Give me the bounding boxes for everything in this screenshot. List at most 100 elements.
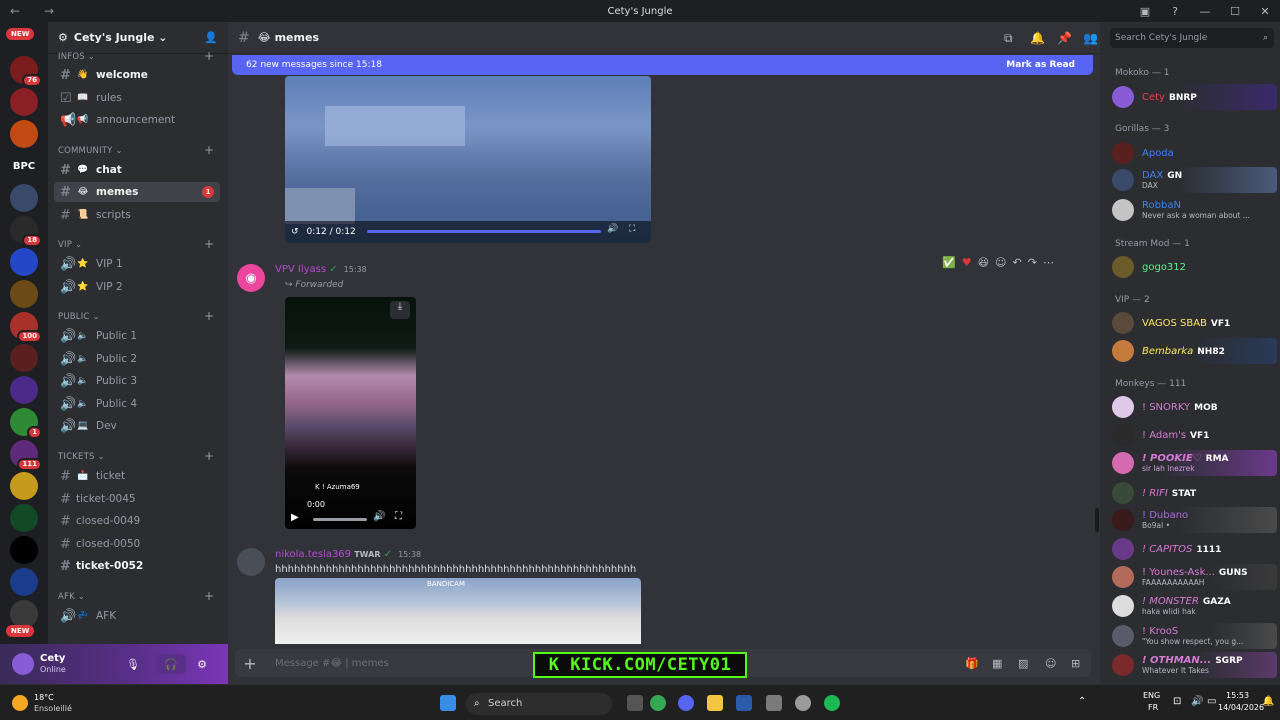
member-item[interactable]: Apoda <box>1112 140 1277 166</box>
chrome-icon[interactable] <box>650 695 666 711</box>
add-reaction-icon[interactable]: ☺ <box>995 256 1006 269</box>
category-community[interactable]: COMMUNITY ⌄ + <box>58 143 214 157</box>
file-explorer-icon[interactable] <box>707 695 723 711</box>
new-messages-bar[interactable]: 62 new messages since 15:18 Mark as Read <box>232 55 1093 75</box>
reply-icon[interactable]: ↶ <box>1013 256 1022 269</box>
member-item[interactable]: ! Adam's VF1 <box>1112 422 1277 448</box>
help-icon[interactable]: ? <box>1160 5 1190 18</box>
more-icon[interactable]: ⋯ <box>1043 256 1054 269</box>
video-player[interactable]: ↺ 0:12 / 0:12 🔊 ⛶ <box>285 76 651 243</box>
member-item[interactable]: DAX GN DAX <box>1112 167 1277 193</box>
minimize-button[interactable]: — <box>1190 5 1220 18</box>
taskbar-search[interactable]: ⌕ Search <box>466 693 612 715</box>
channel-rules[interactable]: ☑ 📖 rules <box>54 88 220 108</box>
pin-icon[interactable]: 📌 <box>1057 31 1072 45</box>
member-item[interactable]: Bembarka NH82 <box>1112 338 1277 364</box>
member-item[interactable]: ! KrooS "You show respect, you g... <box>1112 623 1277 649</box>
category-infos[interactable]: INFOS ⌄ + <box>58 49 214 63</box>
channel-chat[interactable]: # 💬 chat <box>54 160 220 180</box>
apps-icon[interactable]: ⊞ <box>1071 657 1080 670</box>
avatar[interactable]: ◉ <box>237 264 265 292</box>
heart-reaction-icon[interactable]: ♥ <box>962 256 972 269</box>
channel-ticket-0052[interactable]: # ticket-0052 <box>54 556 220 576</box>
server-icon[interactable] <box>10 376 38 404</box>
category-public[interactable]: PUBLIC ⌄ + <box>58 309 214 323</box>
keyboard-layout[interactable]: FR <box>1148 703 1158 712</box>
notifications-icon[interactable]: 🔔 <box>1262 696 1274 707</box>
server-icon[interactable] <box>10 280 38 308</box>
channel-ticket[interactable]: # 📩 ticket <box>54 466 220 486</box>
download-icon[interactable]: ⤓ <box>390 301 410 319</box>
avatar[interactable] <box>237 548 265 576</box>
server-icon[interactable] <box>10 120 38 148</box>
server-icon[interactable]: 18 <box>10 216 42 247</box>
chevron-up-icon[interactable]: ⌃ <box>1078 696 1086 707</box>
server-icon[interactable] <box>10 344 38 372</box>
server-header[interactable]: ⚙ Cety's Jungle ⌄ 👤 <box>48 22 228 54</box>
server-icon[interactable] <box>10 248 38 276</box>
message-author[interactable]: VPV Ilyass ✓ 15:38 <box>275 264 367 275</box>
start-windows-icon[interactable] <box>440 695 456 711</box>
channel-ticket-0045[interactable]: # ticket-0045 <box>54 489 220 509</box>
video-progress-bar[interactable] <box>313 518 367 521</box>
clock-time[interactable]: 15:53 <box>1226 691 1249 700</box>
deafen-icon[interactable]: 🎧 <box>156 654 186 674</box>
settings-gear-icon[interactable]: ⚙ <box>192 654 212 674</box>
replay-icon[interactable]: ↺ <box>291 227 299 237</box>
server-icon[interactable]: 111 <box>10 440 42 471</box>
category-afk[interactable]: AFK ⌄ + <box>58 589 214 603</box>
play-icon[interactable]: ▶ <box>291 512 299 523</box>
member-item[interactable]: ! Dubano Bo9al • <box>1112 507 1277 533</box>
server-icon[interactable] <box>10 600 38 628</box>
channel-closed-0050[interactable]: # closed-0050 <box>54 534 220 554</box>
server-icon[interactable]: 1 <box>10 408 42 439</box>
member-item[interactable]: ! CAPITOS 1111 <box>1112 536 1277 562</box>
battery-icon[interactable]: ▭ <box>1207 696 1216 707</box>
search-input[interactable]: Search Cety's Jungle ⌕ <box>1110 28 1274 48</box>
server-bpc[interactable]: BPC <box>10 152 38 180</box>
laugh-reaction-icon[interactable]: 😆 <box>978 256 989 269</box>
volume-icon[interactable]: 🔊 <box>373 511 385 522</box>
video-progress-bar[interactable] <box>367 230 601 233</box>
channel-closed-0049[interactable]: # closed-0049 <box>54 511 220 531</box>
network-icon[interactable]: ⊡ <box>1173 696 1181 707</box>
channel-public1[interactable]: 🔊 🔈 Public 1 <box>54 326 220 346</box>
close-button[interactable]: ✕ <box>1250 5 1280 18</box>
server-icon[interactable] <box>10 536 38 564</box>
channel-public3[interactable]: 🔊 🔈 Public 3 <box>54 371 220 391</box>
task-view-icon[interactable] <box>627 695 643 711</box>
sticker-icon[interactable]: ▨ <box>1018 657 1028 670</box>
mark-as-read-button[interactable]: Mark as Read <box>1006 60 1075 70</box>
app-icon[interactable] <box>795 695 811 711</box>
volume-icon[interactable]: 🔊 <box>1191 696 1203 707</box>
channel-memes[interactable]: # 😂 memes 1 <box>54 182 220 202</box>
server-icon[interactable]: 76 <box>10 56 42 87</box>
channel-afk[interactable]: 🔊 💤 AFK <box>54 606 220 626</box>
channel-scripts[interactable]: # 📜 scripts <box>54 205 220 225</box>
image-attachment[interactable]: BANDICAM <box>275 578 641 644</box>
app-icon[interactable] <box>736 695 752 711</box>
forward-icon[interactable]: ↷ <box>1028 256 1037 269</box>
channel-welcome[interactable]: # 👋 welcome <box>54 65 220 85</box>
member-item[interactable]: Cety BNRP <box>1112 84 1277 110</box>
server-icon[interactable]: 100 <box>10 312 42 343</box>
spotify-icon[interactable] <box>824 695 840 711</box>
member-item[interactable]: ! Younes-Ask... GUNS FAAAAAAAAAAH <box>1112 564 1277 590</box>
member-item[interactable]: VAGOS SBAB VF1 <box>1112 310 1277 336</box>
channel-vip2[interactable]: 🔊 ⭐ VIP 2 <box>54 277 220 297</box>
weather-sun-icon[interactable] <box>12 695 28 711</box>
volume-icon[interactable]: 🔊 <box>607 224 618 234</box>
avatar[interactable] <box>12 653 34 675</box>
server-icon[interactable] <box>10 472 38 500</box>
fullscreen-icon[interactable]: ⛶ <box>395 511 402 522</box>
gift-icon[interactable]: 🎁 <box>965 657 979 670</box>
member-item[interactable]: RobbaN Never ask a woman about ... <box>1112 197 1277 223</box>
app-icon[interactable] <box>766 695 782 711</box>
category-tickets[interactable]: TICKETS ⌄ + <box>58 449 214 463</box>
maximize-button[interactable]: ☐ <box>1220 5 1250 18</box>
video-player[interactable]: ⤓ K ! Azuma69 0:00 ▶ 🔊 ⛶ <box>285 297 416 529</box>
server-icon[interactable] <box>10 184 38 212</box>
channel-public2[interactable]: 🔊 🔈 Public 2 <box>54 349 220 369</box>
channel-announcement[interactable]: 📢 📢 announcement <box>54 110 220 130</box>
emoji-icon[interactable]: ☺ <box>1045 657 1056 670</box>
